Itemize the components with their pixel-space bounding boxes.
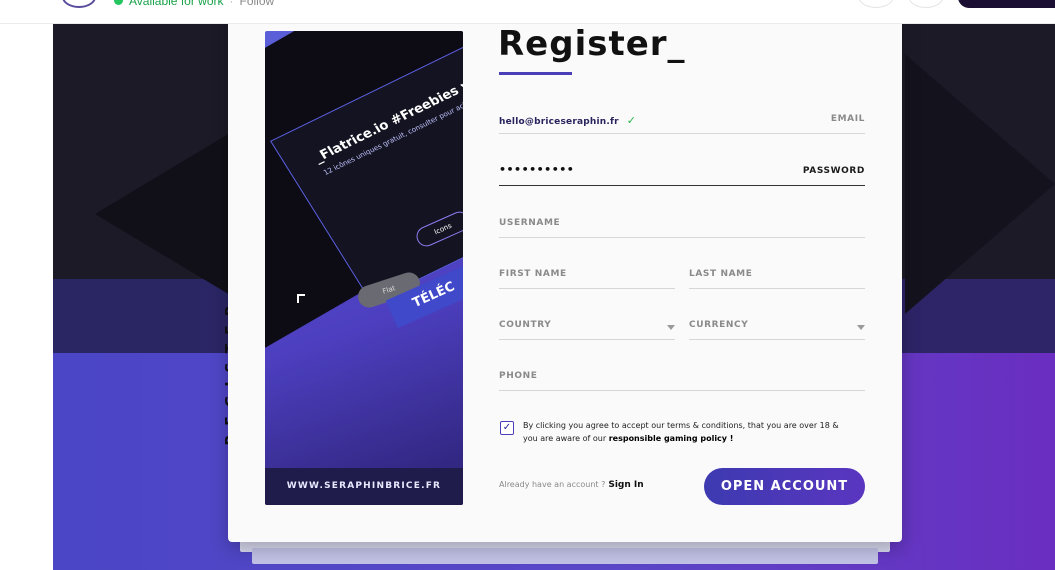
first-name-label: FIRST NAME	[499, 269, 567, 279]
country-select[interactable]: COUNTRY	[499, 316, 675, 340]
open-account-button[interactable]: OPEN ACCOUNT	[704, 468, 865, 505]
email-value: hello@briceseraphin.fr ✓	[499, 114, 636, 127]
chevron-down-icon	[857, 325, 865, 330]
currency-label: CURRENCY	[689, 320, 749, 330]
top-bar: Available for work · Follow	[0, 0, 1055, 24]
responsible-gaming-link[interactable]: responsible gaming policy !	[609, 434, 734, 443]
title-underline	[499, 72, 572, 75]
save-button[interactable]	[908, 0, 944, 8]
currency-select[interactable]: CURRENCY	[689, 316, 865, 340]
profile-avatar[interactable]	[62, 0, 96, 8]
promo-artwork: _Flatrice.io #Freebies v1 12 icônes uniq…	[265, 31, 463, 505]
username-field[interactable]: USERNAME	[499, 214, 865, 238]
password-value: ••••••••••	[499, 163, 575, 176]
last-name-label: LAST NAME	[689, 269, 753, 279]
card-stack-shadow-2	[252, 548, 878, 564]
follow-link[interactable]: Follow	[240, 0, 275, 8]
first-name-field[interactable]: FIRST NAME	[499, 265, 675, 289]
decor-triangle-left	[95, 124, 245, 304]
phone-field[interactable]: PHONE	[499, 367, 865, 391]
chevron-down-icon	[667, 325, 675, 330]
already-account-text: Already have an account ?	[499, 480, 606, 489]
status-dot-icon	[114, 0, 123, 5]
signin-link[interactable]: Sign In	[608, 480, 643, 490]
like-button[interactable]	[858, 0, 894, 8]
register-card: _Flatrice.io #Freebies v1 12 icônes uniq…	[228, 0, 902, 542]
form-title: Register_	[498, 24, 686, 64]
password-field[interactable]: •••••••••• PASSWORD	[499, 162, 865, 186]
country-label: COUNTRY	[499, 320, 552, 330]
signin-prompt: Already have an account ? Sign In	[499, 480, 644, 490]
checkmark-icon: ✓	[626, 114, 637, 127]
email-label: EMAIL	[830, 114, 865, 124]
phone-label: PHONE	[499, 371, 538, 381]
checkbox-checked-icon[interactable]: ✓	[500, 421, 514, 435]
status-text: Available for work	[129, 0, 224, 8]
decor-triangle-right	[905, 54, 1055, 314]
password-label: PASSWORD	[802, 166, 865, 176]
hire-button[interactable]	[958, 0, 1055, 8]
email-field[interactable]: hello@briceseraphin.fr ✓ EMAIL	[499, 110, 865, 134]
availability-status: Available for work · Follow	[114, 0, 274, 8]
separator: ·	[229, 0, 234, 8]
terms-text: By clicking you agree to accept our term…	[523, 419, 853, 445]
artwork-footer-url: WWW.SERAPHINBRICE.FR	[265, 468, 463, 505]
email-text: hello@briceseraphin.fr	[499, 117, 619, 127]
last-name-field[interactable]: LAST NAME	[689, 265, 865, 289]
username-label: USERNAME	[499, 218, 561, 228]
cursor-icon	[297, 294, 305, 303]
